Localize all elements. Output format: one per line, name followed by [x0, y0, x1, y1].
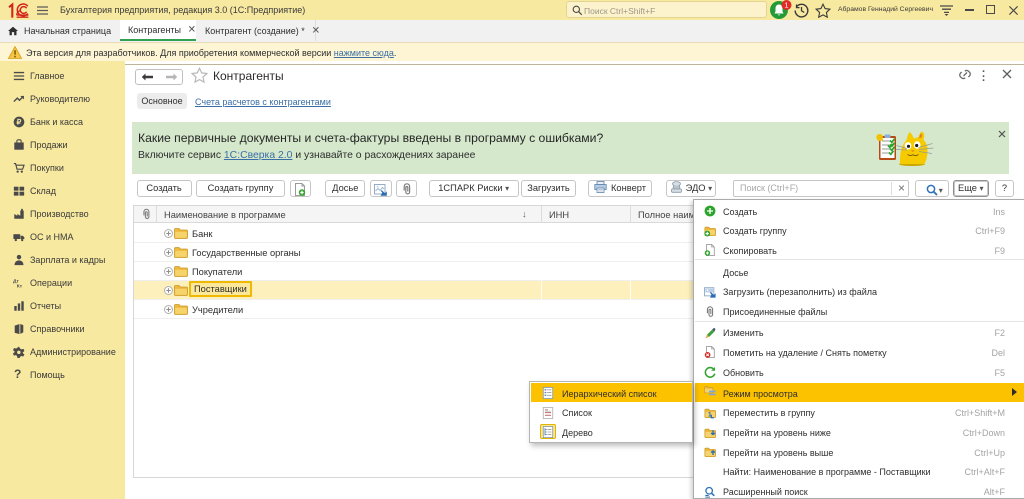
svg-text:₽: ₽	[17, 118, 22, 127]
svg-text:Кт: Кт	[17, 284, 23, 290]
svg-text:Дт: Дт	[13, 279, 19, 285]
svg-text:1: 1	[784, 1, 788, 10]
